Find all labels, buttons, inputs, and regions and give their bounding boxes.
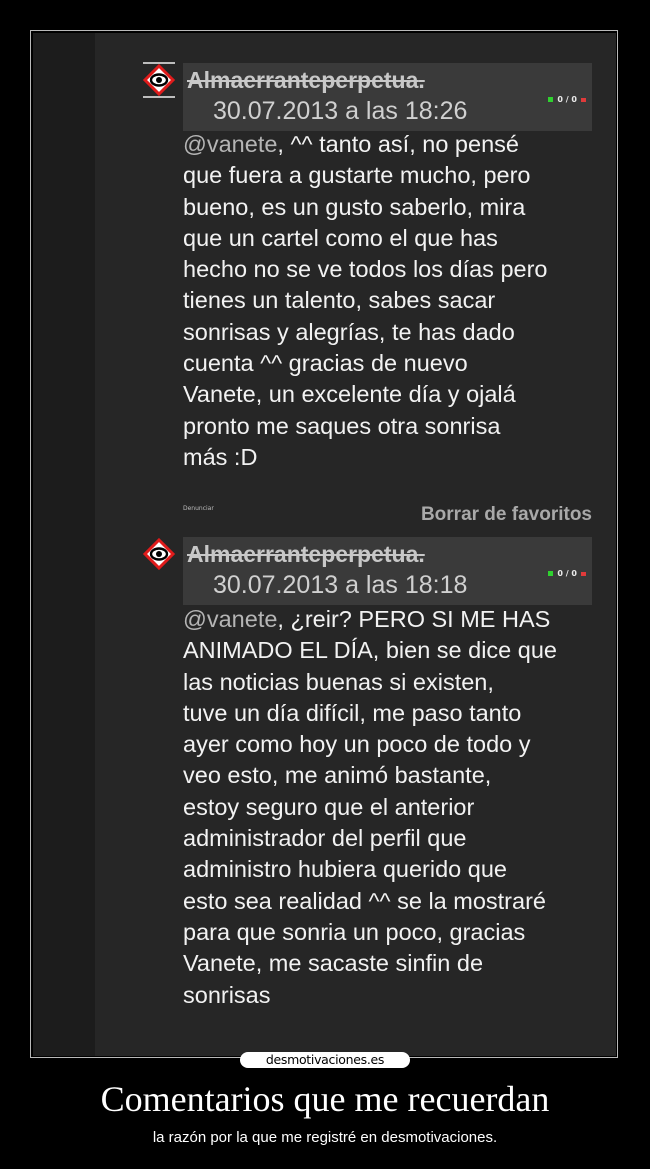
comment-line: que un cartel como el que has [183, 224, 498, 251]
comment-username[interactable]: Almaerranteperpetua. [187, 541, 425, 568]
comment-line: para que sonria un poco, gracias [183, 918, 526, 945]
comment-line: ANIMADO EL DÍA, bien se dice que [183, 637, 557, 664]
vote-up-icon[interactable] [548, 571, 554, 576]
avatar-bottom-line [143, 96, 175, 98]
comment-line: @vanete, ¿reir? PERO SI ME HAS [183, 606, 551, 632]
poster-title: Comentarios que me recuerdan [100, 1079, 550, 1119]
username-suffix: . [418, 67, 425, 93]
vote-up-icon[interactable] [548, 97, 554, 102]
comment-line: Vanete, me sacaste sinfin de [183, 950, 484, 977]
comment-line: cuenta ^^ gracias de nuevo [183, 350, 468, 377]
comment-line: bueno, es un gusto saberlo, mira [183, 193, 526, 220]
comment-line: veo esto, me animó bastante, [183, 762, 492, 789]
vote-count: 0 / 0 [557, 95, 577, 104]
comment-body: @vanete, ^^ tanto así, no pensé que fuer… [183, 129, 603, 473]
comment-header: Almaerranteperpetua. 30.07.2013 a las 18… [183, 63, 592, 131]
vote-down-icon[interactable] [581, 571, 586, 576]
report-link[interactable]: Denunciar [183, 505, 214, 512]
poster-frame: Almaerranteperpetua. 30.07.2013 a las 18… [30, 30, 618, 1058]
comment-body: @vanete, ¿reir? PERO SI ME HAS ANIMADO E… [183, 604, 603, 1011]
comment-line: administro hubiera querido que [183, 856, 507, 883]
user-avatar-icon [143, 64, 175, 96]
poster-subtitle: la razón por la que me registré en desmo… [152, 1129, 498, 1146]
username-suffix: . [418, 541, 425, 567]
vote-counter: 0 / 0 [548, 569, 586, 578]
comment-line: tienes un talento, sabes sacar [183, 287, 496, 314]
comment-line: pronto me saques otra sonrisa [183, 412, 501, 439]
comment-line: sonrisas y alegrías, te has dado [183, 318, 515, 345]
comment-line: que fuera a gustarte mucho, pero [183, 162, 531, 189]
vote-count: 0 / 0 [557, 569, 577, 578]
site-logo[interactable]: desmotivaciones.es [240, 1052, 410, 1068]
comments-screenshot: Almaerranteperpetua. 30.07.2013 a las 18… [33, 33, 616, 1056]
comment-line: administrador del perfil que [183, 825, 467, 852]
comment-line: más :D [183, 443, 258, 470]
mention-link[interactable]: @vanete [183, 606, 277, 632]
user-avatar-icon [143, 538, 175, 570]
comment-line: tuve un día difícil, me paso tanto [183, 699, 522, 726]
comment-line: @vanete, ^^ tanto así, no pensé [183, 131, 519, 157]
comment-timestamp: 30.07.2013 a las 18:26 [213, 97, 468, 125]
vote-down-icon[interactable] [581, 97, 586, 102]
comment-timestamp: 30.07.2013 a las 18:18 [213, 571, 468, 599]
comment-line: hecho no se ve todos los días pero [183, 256, 548, 283]
comment-line: estoy seguro que el anterior [183, 793, 475, 820]
comment-line: esto sea realidad ^^ se la mostraré [183, 887, 546, 914]
mention-link[interactable]: @vanete [183, 131, 277, 157]
comment-line: Vanete, un excelente día y ojalá [183, 381, 516, 408]
comment-line: las noticias buenas si existen, [183, 668, 494, 695]
demotivational-poster: Almaerranteperpetua. 30.07.2013 a las 18… [0, 0, 650, 1169]
left-stripe [33, 33, 95, 1056]
vote-counter: 0 / 0 [548, 95, 586, 104]
remove-favorite-button[interactable]: Borrar de favoritos [421, 504, 592, 526]
comment-username[interactable]: Almaerranteperpetua. [187, 67, 425, 94]
comment-header: Almaerranteperpetua. 30.07.2013 a las 18… [183, 537, 592, 605]
comment-line: ayer como hoy un poco de todo y [183, 731, 531, 758]
comment-line: sonrisas [183, 981, 271, 1008]
